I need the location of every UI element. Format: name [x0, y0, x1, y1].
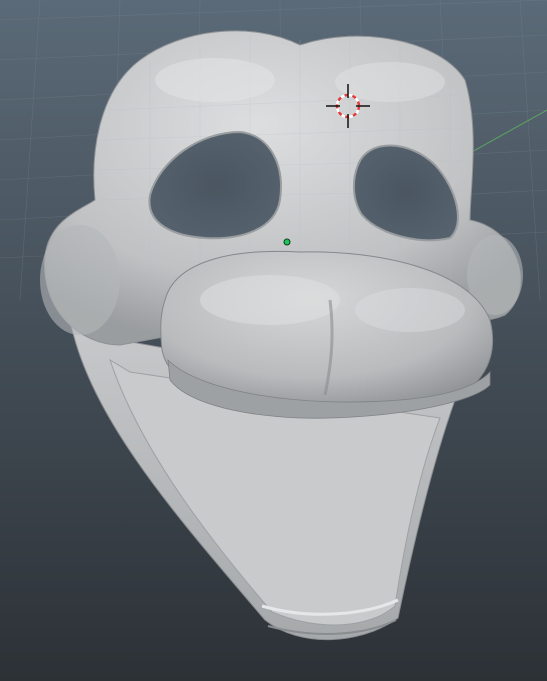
object-origin-point[interactable] — [283, 238, 291, 246]
brow-highlight — [155, 58, 275, 102]
snout-mesh[interactable] — [160, 250, 494, 419]
snout-highlight-right — [355, 288, 465, 332]
snout-highlight — [200, 275, 340, 325]
viewport-canvas[interactable] — [0, 0, 547, 681]
3d-viewport[interactable] — [0, 0, 547, 681]
left-cheek — [40, 225, 120, 335]
